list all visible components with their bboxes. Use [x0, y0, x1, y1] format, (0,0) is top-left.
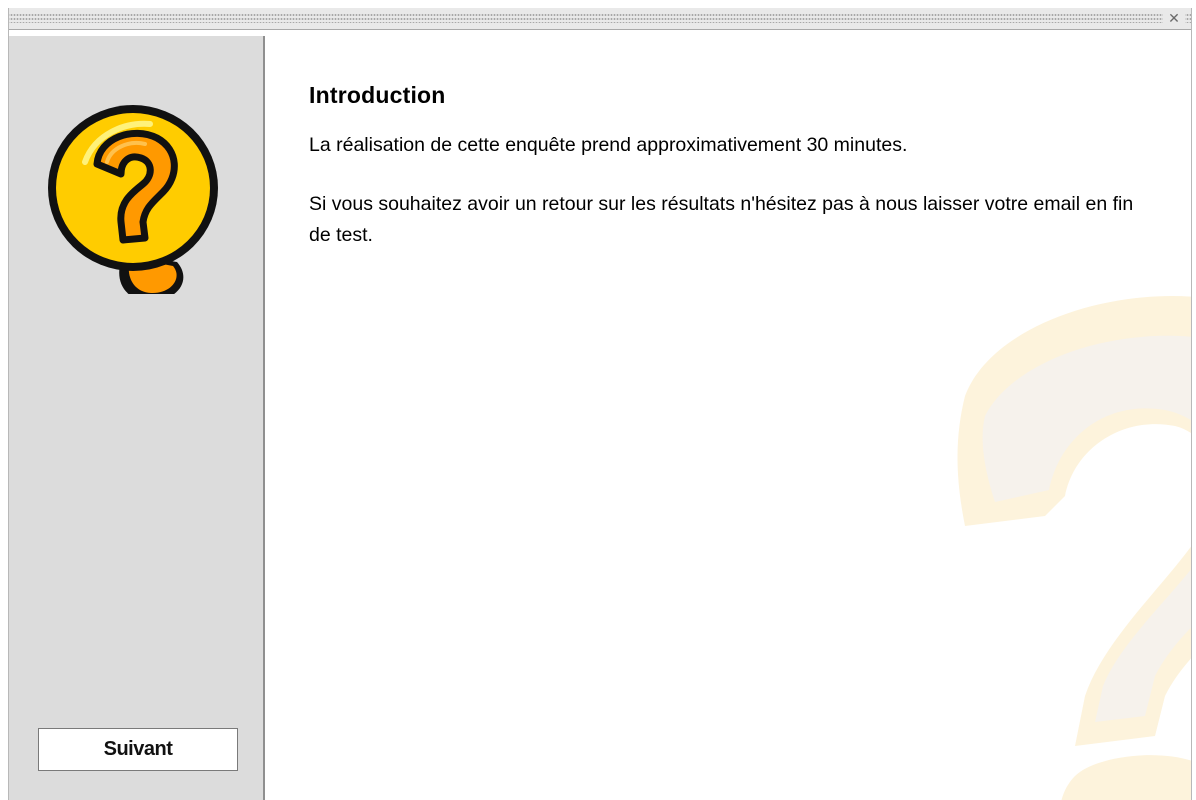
- title-bar[interactable]: ✕: [9, 8, 1191, 30]
- question-mark-icon: [48, 105, 218, 294]
- intro-paragraph-feedback: Si vous souhaitez avoir un retour sur le…: [309, 193, 1134, 246]
- main-content: Introduction La réalisation de cette enq…: [265, 36, 1191, 800]
- next-button[interactable]: Suivant: [38, 728, 238, 771]
- survey-window: ✕ Suivant Introduction La réalisation de…: [8, 8, 1192, 800]
- intro-paragraph-duration: La réalisation de cette enquête prend ap…: [309, 134, 908, 156]
- page-title: Introduction: [309, 82, 446, 108]
- title-bar-grip-bottom: [9, 23, 1191, 29]
- close-icon[interactable]: ✕: [1163, 9, 1185, 29]
- title-bar-grip-top: [9, 8, 1191, 13]
- sidebar: Suivant: [9, 36, 265, 800]
- question-mark-watermark-icon: [957, 296, 1191, 800]
